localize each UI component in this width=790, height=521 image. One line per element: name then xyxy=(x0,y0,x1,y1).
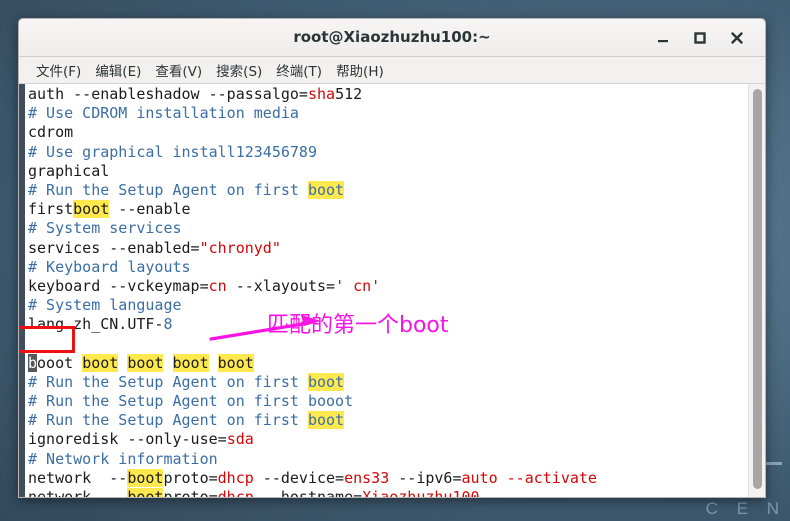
terminal-line: # Keyboard layouts xyxy=(25,258,748,277)
line-comment: # System services xyxy=(28,219,182,238)
terminal-line: # System language xyxy=(25,296,748,315)
search-match: boot xyxy=(307,180,345,199)
menubar: 文件(F) 编辑(E) 查看(V) 搜索(S) 终端(T) 帮助(H) xyxy=(19,57,765,84)
terminal-line: # Network information xyxy=(25,450,748,469)
terminal-line: # Run the Setup Agent on first boot xyxy=(25,372,748,392)
terminal-line: # Use CDROM installation media xyxy=(25,104,748,123)
line-value: sha xyxy=(307,85,336,103)
line-comment: # Use graphical install123456789 xyxy=(28,142,317,161)
terminal-line: lang zh_CN.UTF-8 xyxy=(25,315,748,334)
terminal-line: services --enabled="chronyd" xyxy=(25,239,748,258)
line-comment: # Use CDROM installation media xyxy=(28,104,299,123)
search-match: boot xyxy=(127,353,164,372)
menu-help[interactable]: 帮助(H) xyxy=(329,58,391,82)
line-text: ignoredisk --only-use= xyxy=(28,430,227,449)
menu-terminal[interactable]: 终端(T) xyxy=(269,58,329,82)
terminal-body: auth --enableshadow --passalgo=sha512 # … xyxy=(19,84,765,497)
terminal-line: graphical xyxy=(25,162,748,181)
search-match: boot xyxy=(172,353,209,372)
terminal-line: # Run the Setup Agent on first boot xyxy=(25,180,748,200)
line-text: services --enabled= xyxy=(28,238,200,257)
minimize-icon xyxy=(658,40,668,43)
terminal-line-current: booot boot boot boot boot xyxy=(25,353,748,373)
terminal-line: # Use graphical install123456789 xyxy=(25,143,748,162)
terminal-line: # System services xyxy=(25,219,748,238)
search-match: boot xyxy=(73,200,110,219)
line-value: "chronyd" xyxy=(199,238,281,257)
line-comment: # Run the Setup Agent on first xyxy=(28,372,308,391)
line-text: 8 xyxy=(163,315,173,334)
line-text: keyboard --vckeymap= xyxy=(28,276,209,295)
terminal-line: # Run the Setup Agent on first boot xyxy=(25,411,748,430)
terminal-window: root@Xiaozhuzhu100:~ 文件(F) 编辑(E) 查看(V) 搜… xyxy=(18,18,766,498)
search-match: boot xyxy=(307,372,345,391)
line-text: auth --enableshadow --passalgo= xyxy=(28,85,308,103)
line-text: --enable xyxy=(109,200,191,219)
search-match: boot xyxy=(217,353,254,372)
line-comment: # Keyboard layouts xyxy=(28,257,191,276)
text-cursor: b xyxy=(28,353,38,372)
line-comment: # Run the Setup Agent on first xyxy=(28,411,308,430)
line-text: graphical xyxy=(28,161,110,180)
line-comment: # Run the Setup Agent on first booot xyxy=(28,392,354,410)
terminal-line: cdrom xyxy=(25,123,748,142)
line-value: ' cn' xyxy=(335,276,381,295)
line-comment: # System language xyxy=(28,296,182,315)
line-value: cn xyxy=(208,276,227,295)
terminal-line: ignoredisk --only-use=sda xyxy=(25,430,748,449)
terminal-line: firstboot --enable xyxy=(25,200,748,219)
line-text: first xyxy=(28,200,74,219)
desktop-watermark-text: C E N xyxy=(705,499,786,518)
search-match: boot xyxy=(307,411,345,430)
close-icon xyxy=(731,32,743,44)
line-text: cdrom xyxy=(28,123,74,142)
terminal-scrollbar[interactable] xyxy=(748,84,765,497)
close-button[interactable] xyxy=(727,28,747,48)
menu-search[interactable]: 搜索(S) xyxy=(209,58,269,82)
line-text: 512 xyxy=(335,85,363,103)
menu-view[interactable]: 查看(V) xyxy=(148,58,209,82)
desktop-background: C E N root@Xiaozhuzhu100:~ 文件(F) 编辑(E) 查… xyxy=(0,0,790,521)
maximize-button[interactable] xyxy=(690,28,710,48)
window-titlebar[interactable]: root@Xiaozhuzhu100:~ xyxy=(19,19,765,57)
line-text: --xlayouts= xyxy=(226,276,336,295)
line-value: sda xyxy=(226,430,254,449)
terminal-text-area[interactable]: auth --enableshadow --passalgo=sha512 # … xyxy=(25,84,748,497)
line-comment: # Run the Setup Agent on first xyxy=(28,180,308,199)
terminal-line: keyboard --vckeymap=cn --xlayouts=' cn' xyxy=(25,277,748,296)
search-match: boot xyxy=(82,353,119,372)
menu-file[interactable]: 文件(F) xyxy=(29,58,88,82)
maximize-icon xyxy=(694,32,706,44)
terminal-scrollbar-thumb[interactable] xyxy=(753,89,762,489)
line-text: ooot xyxy=(37,353,74,372)
terminal-line: auth --enableshadow --passalgo=sha512 xyxy=(25,85,748,104)
line-comment: # Network information xyxy=(28,449,218,468)
terminal-line: # Run the Setup Agent on first booot xyxy=(25,392,748,411)
minimize-button[interactable] xyxy=(653,28,673,48)
vim-statusline: :s/boot/booot 21,1 10% xyxy=(25,477,748,497)
menu-edit[interactable]: 编辑(E) xyxy=(88,58,148,82)
line-text: lang zh_CN.UTF- xyxy=(28,315,164,334)
